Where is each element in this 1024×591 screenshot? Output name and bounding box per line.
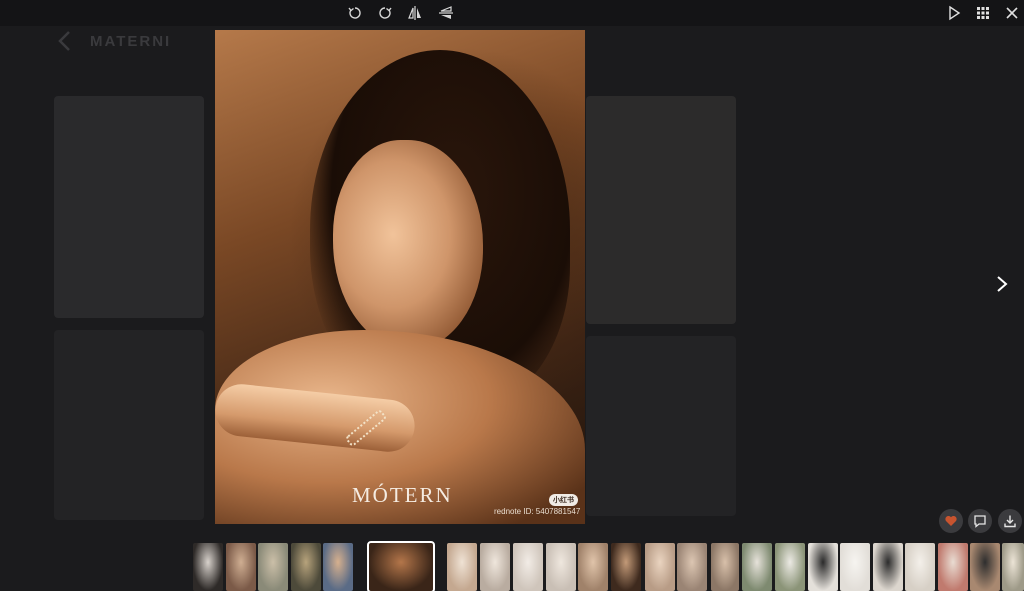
background-card bbox=[54, 96, 204, 318]
thumbnail-item[interactable] bbox=[938, 543, 968, 591]
main-photo[interactable]: MÓTERN 小红书 rednote ID: 5407881547 bbox=[215, 30, 585, 524]
background-card bbox=[586, 96, 736, 324]
thumbnail-item[interactable] bbox=[742, 543, 772, 591]
thumbnail-item[interactable] bbox=[480, 543, 510, 591]
thumbnail-item[interactable] bbox=[970, 543, 1000, 591]
close-icon bbox=[1006, 7, 1018, 19]
thumbnail-item[interactable] bbox=[905, 543, 935, 591]
thumbnail-item[interactable] bbox=[193, 543, 223, 591]
photo-face bbox=[333, 140, 483, 350]
thumbnail-item[interactable] bbox=[578, 543, 608, 591]
viewer-toolbar bbox=[0, 0, 1024, 26]
heart-icon bbox=[945, 515, 957, 526]
next-image-button[interactable] bbox=[991, 272, 1013, 296]
background-card bbox=[586, 336, 736, 516]
flip-horizontal-button[interactable] bbox=[405, 3, 425, 23]
thumbnail-item[interactable] bbox=[513, 543, 543, 591]
background-card bbox=[54, 330, 204, 520]
platform-badge: 小红书 bbox=[549, 494, 578, 506]
thumbnail-item[interactable] bbox=[677, 543, 707, 591]
thumbnail-item[interactable] bbox=[775, 543, 805, 591]
thumbnail-item[interactable] bbox=[611, 543, 641, 591]
back-arrow-icon bbox=[58, 31, 70, 51]
brand-logo: MÓTERN bbox=[352, 483, 453, 507]
rotate-left-button[interactable] bbox=[345, 3, 365, 23]
thumbnail-item[interactable] bbox=[1002, 543, 1024, 591]
grid-icon bbox=[977, 7, 989, 19]
thumbnail-item[interactable] bbox=[258, 543, 288, 591]
flip-vertical-button[interactable] bbox=[436, 3, 456, 23]
slideshow-play-button[interactable] bbox=[944, 3, 964, 23]
flip-vertical-icon bbox=[439, 6, 453, 19]
thumbnail-item[interactable] bbox=[291, 543, 321, 591]
thumbnail-item[interactable] bbox=[873, 543, 903, 591]
rotate-left-icon bbox=[348, 7, 361, 19]
thumbnail-item[interactable] bbox=[840, 543, 870, 591]
chevron-right-icon bbox=[997, 276, 1008, 292]
rotate-right-icon bbox=[379, 7, 392, 19]
thumbnail-strip bbox=[0, 541, 1024, 591]
play-icon bbox=[949, 5, 961, 21]
comment-icon bbox=[974, 515, 986, 528]
like-button[interactable] bbox=[939, 509, 963, 533]
thumbnail-item[interactable] bbox=[546, 543, 576, 591]
thumbnail-item[interactable] bbox=[226, 543, 256, 591]
flip-horizontal-icon bbox=[408, 6, 421, 20]
thumbnail-item[interactable] bbox=[447, 543, 477, 591]
download-icon bbox=[1004, 515, 1016, 528]
thumbnail-item[interactable] bbox=[645, 543, 675, 591]
thumbnail-item[interactable] bbox=[367, 541, 435, 591]
thumbnail-item[interactable] bbox=[323, 543, 353, 591]
rotate-right-button[interactable] bbox=[375, 3, 395, 23]
download-button[interactable] bbox=[998, 509, 1022, 533]
grid-view-button[interactable] bbox=[973, 3, 993, 23]
thumbnail-item[interactable] bbox=[808, 543, 838, 591]
thumbnail-item[interactable] bbox=[711, 543, 739, 591]
watermark-id: rednote ID: 5407881547 bbox=[494, 507, 581, 516]
close-button[interactable] bbox=[1002, 3, 1022, 23]
comment-button[interactable] bbox=[968, 509, 992, 533]
background-title: MATERNI bbox=[90, 33, 172, 50]
